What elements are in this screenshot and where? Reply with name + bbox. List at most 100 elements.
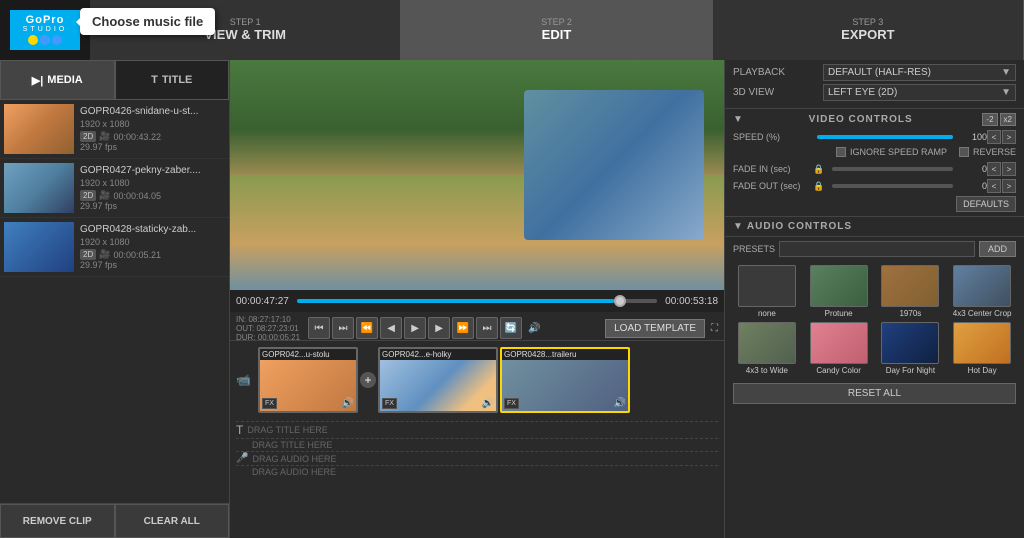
speed-plus-badge[interactable]: x2	[1000, 113, 1016, 126]
cam-icon: 🎥	[99, 131, 110, 142]
track-clips: GOPR042...u-stolu FX 🔊 + GOPR042...e-hol…	[258, 345, 718, 415]
preset-daynight[interactable]: Day For Night	[877, 322, 945, 375]
add-preset-button[interactable]: ADD	[979, 241, 1016, 257]
fade-out-increase[interactable]: >	[1002, 179, 1016, 193]
speed-increase[interactable]: >	[1002, 130, 1016, 144]
collapse-icon[interactable]: ▼	[733, 114, 743, 125]
badge-2d: 2D	[80, 190, 96, 201]
preset-thumb-candy	[810, 322, 868, 364]
remove-clip-button[interactable]: REMOVE CLIP	[0, 504, 115, 538]
speed-slider[interactable]	[817, 135, 953, 139]
clip-3[interactable]: GOPR0428...traileru FX 🔊	[500, 347, 630, 413]
skip-end-button[interactable]: ⏭	[476, 317, 498, 339]
fade-in-decrease[interactable]: <	[987, 162, 1001, 176]
skip-start-button[interactable]: ⏮	[308, 317, 330, 339]
add-clip-button[interactable]: +	[360, 372, 376, 388]
fullscreen-icon[interactable]: ⛶	[711, 323, 718, 334]
step-back-button[interactable]: ◀	[380, 317, 402, 339]
audio-collapse-icon[interactable]: ▼	[733, 221, 743, 232]
fade-in-row: FADE IN (sec) 🔒 0 < >	[733, 162, 1016, 176]
defaults-button[interactable]: DEFAULTS	[956, 196, 1016, 212]
preset-thumb-4x3wide	[738, 322, 796, 364]
preset-hotday[interactable]: Hot Day	[948, 322, 1016, 375]
clear-all-button[interactable]: CLEAR ALL	[115, 504, 230, 538]
prev-frame-button[interactable]: ⏭	[332, 317, 354, 339]
badge-2d: 2D	[80, 249, 96, 260]
step-3-label: EXPORT	[841, 27, 894, 42]
view3d-dropdown[interactable]: LEFT EYE (2D) ▼	[823, 84, 1016, 101]
rewind-button[interactable]: ⏪	[356, 317, 378, 339]
presets-label: PRESETS	[733, 244, 775, 254]
step-2-num: STEP 2	[541, 17, 572, 27]
fx-badge: FX	[504, 398, 519, 409]
ignore-speed-ramp-label: IGNORE SPEED RAMP	[850, 147, 947, 157]
media-thumb	[4, 163, 74, 213]
reset-all-button[interactable]: RESET ALL	[733, 383, 1016, 404]
step-2[interactable]: STEP 2 EDIT	[401, 0, 712, 60]
fade-in-slider[interactable]	[832, 167, 953, 171]
tab-title[interactable]: T TITLE	[115, 60, 230, 100]
tab-media[interactable]: ▶| MEDIA	[0, 60, 115, 100]
preset-thumb-none	[738, 265, 796, 307]
list-item[interactable]: GOPR0426-snidane-u-st... 1920 x 1080 2D …	[0, 100, 229, 159]
preset-1970s[interactable]: 1970s	[877, 265, 945, 318]
left-tabs: ▶| MEDIA T TITLE	[0, 60, 229, 100]
play-button[interactable]: ▶	[404, 317, 426, 339]
media-info: GOPR0427-pekny-zaber.... 1920 x 1080 2D …	[80, 165, 225, 211]
speed-label: SPEED (%)	[733, 132, 813, 142]
reverse-checkbox[interactable]	[959, 147, 969, 157]
view3d-label: 3D VIEW	[733, 87, 823, 98]
preset-label-none: none	[758, 309, 776, 318]
media-fps: 29.97 fps	[80, 142, 225, 152]
step-3[interactable]: STEP 3 EXPORT	[713, 0, 1024, 60]
load-template-button[interactable]: LOAD TEMPLATE	[605, 319, 705, 338]
preset-label-hotday: Hot Day	[968, 366, 997, 375]
preset-none[interactable]: none	[733, 265, 801, 318]
fade-out-slider[interactable]	[832, 184, 953, 188]
media-res: 1920 x 1080	[80, 237, 225, 247]
drag-audio-2: DRAG AUDIO HERE	[236, 465, 718, 478]
preset-thumb-protune	[810, 265, 868, 307]
clip-2[interactable]: GOPR042...e-holky FX 🔊	[378, 347, 498, 413]
logo-area: GoPro STUDIO Choose music file	[0, 0, 90, 60]
step-fwd-button[interactable]: ▶	[428, 317, 450, 339]
speed-minus-badge[interactable]: -2	[982, 113, 997, 126]
media-fps: 29.97 fps	[80, 201, 225, 211]
audio-controls-header: ▼ AUDIO CONTROLS	[725, 217, 1024, 237]
clip-1[interactable]: GOPR042...u-stolu FX 🔊	[258, 347, 358, 413]
left-panel: ▶| MEDIA T TITLE GOPR0426-snidane-u-st..…	[0, 60, 230, 538]
fade-in-label: FADE IN (sec)	[733, 164, 813, 174]
media-res: 1920 x 1080	[80, 178, 225, 188]
tooltip-text: Choose music file	[92, 14, 203, 29]
preset-label-1970s: 1970s	[899, 309, 921, 318]
preset-thumb-daynight	[881, 322, 939, 364]
loop-button[interactable]: 🔄	[500, 317, 522, 339]
fade-out-decrease[interactable]: <	[987, 179, 1001, 193]
volume-icon[interactable]: 🔊	[528, 323, 540, 334]
3dview-row: 3D VIEW LEFT EYE (2D) ▼	[733, 84, 1016, 101]
speed-decrease[interactable]: <	[987, 130, 1001, 144]
media-duration: 00:00:05.21	[113, 250, 161, 260]
media-duration: 00:00:04.05	[113, 191, 161, 201]
ignore-speed-ramp-checkbox[interactable]	[836, 147, 846, 157]
time-slider[interactable]	[297, 299, 657, 303]
fast-fwd-button[interactable]: ⏩	[452, 317, 474, 339]
fade-out-arrows: < >	[987, 179, 1016, 193]
preset-candy[interactable]: Candy Color	[805, 322, 873, 375]
media-info: GOPR0428-staticky-zab... 1920 x 1080 2D …	[80, 224, 225, 270]
steps-nav: STEP 1 VIEW & TRIM STEP 2 EDIT STEP 3 EX…	[90, 0, 1024, 60]
list-item[interactable]: GOPR0427-pekny-zaber.... 1920 x 1080 2D …	[0, 159, 229, 218]
preset-4x3center[interactable]: 4x3 Center Crop	[948, 265, 1016, 318]
step-1-num: STEP 1	[230, 17, 261, 27]
media-badges: 2D 🎥 00:00:04.05	[80, 190, 225, 201]
timeline-tracks: 📹 GOPR042...u-stolu FX 🔊 + GOPR042...e-h…	[230, 341, 724, 419]
playback-section: PLAYBACK DEFAULT (HALF-RES) ▼ 3D VIEW LE…	[725, 60, 1024, 109]
preset-protune[interactable]: Protune	[805, 265, 873, 318]
list-item[interactable]: GOPR0428-staticky-zab... 1920 x 1080 2D …	[0, 218, 229, 277]
presets-input[interactable]	[779, 241, 975, 257]
fade-out-row: FADE OUT (sec) 🔒 0 < >	[733, 179, 1016, 193]
fade-in-lock-icon: 🔒	[813, 164, 824, 175]
playback-dropdown[interactable]: DEFAULT (HALF-RES) ▼	[823, 64, 1016, 81]
preset-4x3wide[interactable]: 4x3 to Wide	[733, 322, 801, 375]
fade-in-increase[interactable]: >	[1002, 162, 1016, 176]
